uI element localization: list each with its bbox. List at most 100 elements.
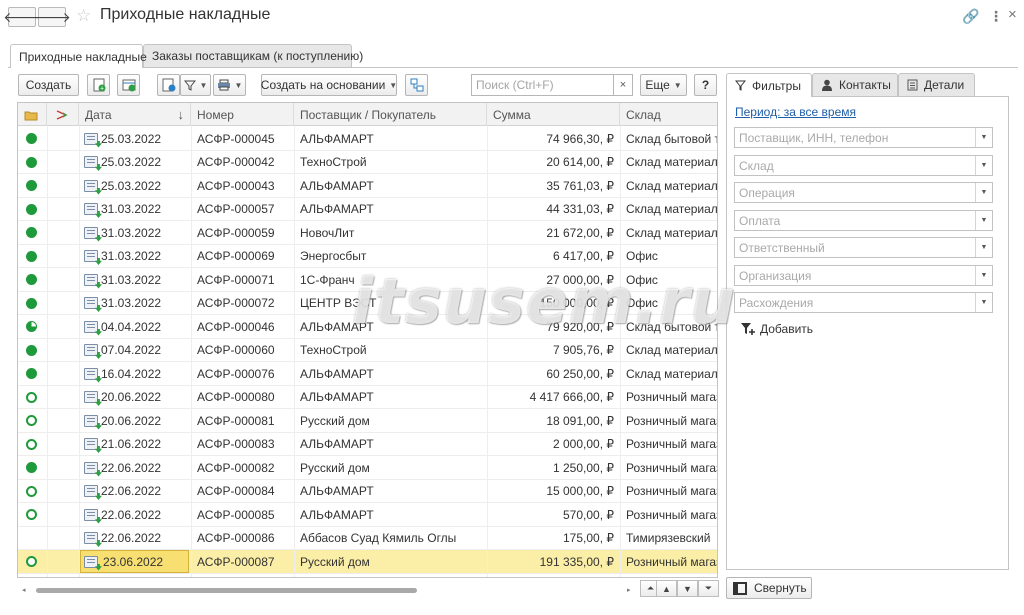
- table-row[interactable]: 25.03.2022 АСФР-000043 АЛЬФАМАРТ 35 761,03,…: [18, 174, 717, 198]
- scrollbar-thumb[interactable]: [36, 588, 417, 593]
- search-clear-button[interactable]: ×: [614, 74, 633, 96]
- filter-select[interactable]: Поставщик, ИНН, телефон ▼: [734, 127, 993, 148]
- scroll-up-button[interactable]: ▲: [656, 580, 677, 597]
- cell-date: 20.06.2022: [101, 413, 162, 428]
- chevron-down-icon[interactable]: ▼: [975, 293, 992, 312]
- journal-button[interactable]: [157, 74, 180, 96]
- column-header-partner[interactable]: Поставщик / Покупатель: [294, 103, 487, 126]
- table-row[interactable]: 31.03.2022 АСФР-000072 ЦЕНТР ВЭСТ 150 000,0…: [18, 292, 717, 315]
- posted-document-icon: [84, 391, 98, 403]
- collapse-label: Свернуть: [754, 581, 807, 595]
- status-column-header[interactable]: [18, 103, 47, 126]
- more-actions-button[interactable]: Еще ▼: [640, 74, 687, 96]
- cell-date: 22.06.2022: [101, 484, 162, 498]
- period-link[interactable]: Период: за все время: [735, 105, 856, 119]
- table-row[interactable]: 22.06.2022 АСФР-000085 АЛЬФАМАРТ 570,00, ₽ Р…: [18, 503, 717, 527]
- column-header-sum[interactable]: Сумма: [487, 103, 620, 126]
- table-row[interactable]: 31.03.2022 АСФР-000071 1С-Франч 27 000,00, …: [18, 268, 717, 292]
- add-filter-button[interactable]: Добавить: [740, 322, 813, 336]
- structure-button[interactable]: [405, 74, 428, 96]
- table-row[interactable]: 04.04.2022 АСФР-000046 АЛЬФАМАРТ 79 920,00,…: [18, 315, 717, 339]
- filter-select[interactable]: Расхождения ▼: [734, 292, 993, 313]
- create-based-on-button[interactable]: Создать на основании ▼: [261, 74, 397, 96]
- tab-supplier-orders[interactable]: Заказы поставщикам (к поступлению): [143, 44, 363, 67]
- table-row[interactable]: 20.06.2022 АСФР-000080 АЛЬФАМАРТ 4 417 666,…: [18, 386, 717, 409]
- tab-incoming-invoices[interactable]: Приходные накладные: [10, 44, 147, 68]
- chevron-down-icon[interactable]: ▼: [975, 238, 992, 257]
- table-row[interactable]: 25.03.2022 АСФР-000042 ТехноСтрой 20 614,00…: [18, 151, 717, 174]
- table-row[interactable]: 22.06.2022 АСФР-000082 Русский дом 1 250,00…: [18, 456, 717, 480]
- filter-select[interactable]: Оплата ▼: [734, 209, 993, 231]
- cell-partner: Русский дом: [300, 554, 370, 569]
- chevron-down-icon[interactable]: ▼: [975, 128, 992, 147]
- filter-select[interactable]: Ответственный ▼: [734, 237, 993, 258]
- cell-date: 31.03.2022: [101, 296, 162, 310]
- column-header-warehouse[interactable]: Склад: [620, 103, 717, 126]
- table-row[interactable]: 23.06.2022 АСФР-000087 Русский дом 191 335,…: [18, 550, 717, 574]
- more-icon[interactable]: ⋮: [989, 8, 1003, 25]
- details-icon: [907, 79, 918, 91]
- table-row[interactable]: 31.03.2022 АСФР-000059 НовочЛит 21 672,00, …: [18, 221, 717, 245]
- document-cell: [84, 315, 102, 338]
- table-row[interactable]: 25.03.2022 АСФР-000045 АЛЬФАМАРТ 74 966,30,…: [18, 127, 717, 151]
- cell-partner: НовочЛит: [300, 225, 355, 240]
- close-icon[interactable]: ×: [1008, 6, 1017, 23]
- cell-sum: 1 250,00, ₽: [552, 460, 614, 475]
- table-row[interactable]: 31.03.2022 АСФР-000057 АЛЬФАМАРТ 44 331,03,…: [18, 198, 718, 221]
- cell-sum: 150 000,00, ₽: [539, 296, 614, 310]
- table-row[interactable]: 21.06.2022 АСФР-000083 АЛЬФАМАРТ 2 000,00, …: [18, 433, 717, 456]
- status-dot-icon: [26, 250, 37, 262]
- cell-number: АСФР-000045: [197, 131, 275, 146]
- cell-date: 21.06.2022: [101, 437, 162, 451]
- panel-tab-filters[interactable]: Фильтры: [726, 73, 812, 97]
- scroll-right-icon[interactable]: ▸: [627, 586, 631, 594]
- cell-sum: 21 672,00, ₽: [546, 225, 614, 240]
- cell-sum: 18 091,00, ₽: [546, 413, 614, 428]
- filter-select[interactable]: Организация ▼: [734, 264, 993, 286]
- tab-divider: [8, 67, 1018, 68]
- person-icon: [822, 79, 832, 91]
- table-row[interactable]: 16.04.2022 АСФР-000076 АЛЬФАМАРТ 60 250,00,…: [18, 362, 717, 386]
- status-cell: [26, 198, 40, 221]
- filter-select[interactable]: Склад ▼: [734, 154, 993, 176]
- link-icon[interactable]: 🔗: [962, 8, 979, 25]
- column-header-number[interactable]: Номер: [191, 103, 294, 126]
- printer-icon: [217, 79, 230, 91]
- back-button[interactable]: 🡐: [3, 7, 41, 27]
- table-row[interactable]: 20.06.2022 АСФР-000081 Русский дом 18 091,0…: [18, 409, 717, 433]
- panel-tab-contacts[interactable]: Контакты: [812, 73, 898, 96]
- table-row[interactable]: 22.06.2022 АСФР-000084 АЛЬФАМАРТ 15 000,00,…: [18, 480, 717, 503]
- chevron-down-icon[interactable]: ▼: [975, 155, 992, 175]
- flow-column-header[interactable]: [47, 103, 79, 126]
- chevron-down-icon[interactable]: ▼: [975, 265, 992, 285]
- search-input[interactable]: [471, 74, 614, 96]
- cell-warehouse: Склад материалов: [626, 202, 718, 216]
- status-dot-icon: [26, 321, 37, 332]
- scroll-to-bottom-button[interactable]: ⏷: [698, 580, 719, 597]
- table-row[interactable]: 31.03.2022 АСФР-000069 Энергосбыт 6 417,00,…: [18, 245, 717, 268]
- filter-placeholder: Оплата: [739, 213, 781, 228]
- chevron-down-icon[interactable]: ▼: [975, 183, 992, 202]
- document-cell: [84, 550, 102, 573]
- filter-select[interactable]: Операция ▼: [734, 182, 993, 203]
- horizontal-scrollbar[interactable]: [22, 584, 634, 596]
- column-label: Склад: [626, 107, 661, 122]
- star-icon[interactable]: ☆: [76, 6, 91, 26]
- table-row[interactable]: 22.06.2022 АСФР-000086 Аббасов Суад Кямиль…: [18, 527, 717, 550]
- scroll-down-button[interactable]: ▼: [677, 580, 698, 597]
- table-row[interactable]: 07.04.2022 АСФР-000060 ТехноСтрой 7 905,76,…: [18, 339, 717, 362]
- column-header-date[interactable]: Дата ↓: [79, 103, 191, 126]
- cell-sum: 27 000,00, ₽: [546, 272, 614, 287]
- panel-tab-details[interactable]: Детали: [898, 73, 975, 96]
- posted-document-icon: [84, 156, 98, 168]
- collapse-panel-button[interactable]: Свернуть: [726, 577, 812, 599]
- filter-menu-button[interactable]: ▼: [180, 74, 211, 96]
- add-to-list-button[interactable]: [117, 74, 140, 96]
- copy-button[interactable]: +: [87, 74, 110, 96]
- forward-button[interactable]: 🡒: [33, 7, 71, 27]
- create-button[interactable]: Создать: [18, 74, 79, 96]
- chevron-down-icon[interactable]: ▼: [975, 210, 992, 230]
- posted-document-icon: [84, 485, 98, 497]
- help-button[interactable]: ?: [694, 74, 717, 96]
- print-button[interactable]: ▼: [213, 74, 246, 96]
